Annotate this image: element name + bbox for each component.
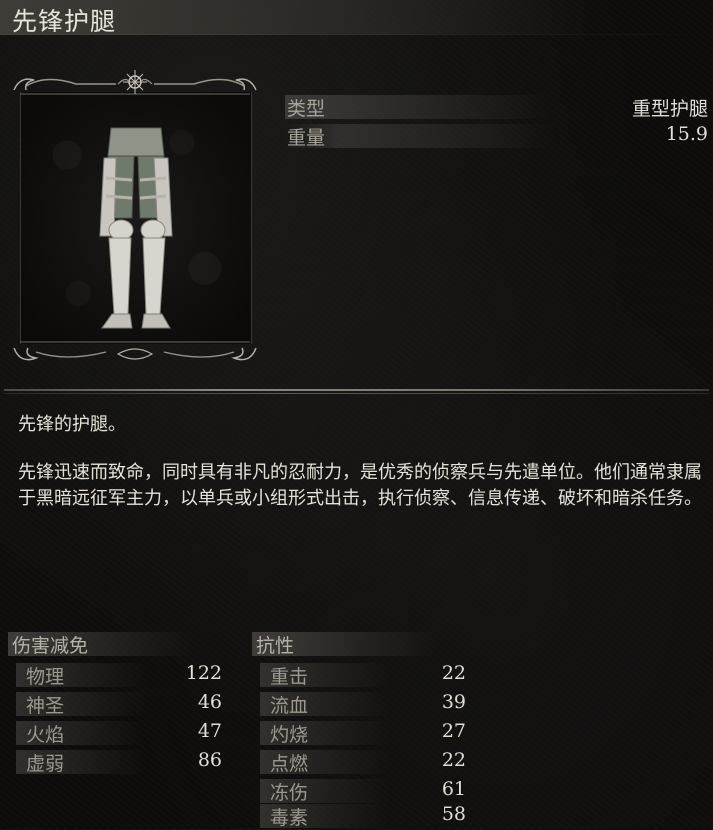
stat-row: 点燃 22 — [252, 746, 466, 775]
stat-value: 122 — [185, 662, 222, 684]
resistance-title: 抗性 — [256, 635, 295, 657]
description-summary: 先锋的护腿。 — [18, 414, 126, 435]
stat-label: 神圣 — [26, 695, 65, 717]
stat-label: 虚弱 — [26, 753, 65, 775]
resistance-header: 抗性 — [252, 630, 472, 657]
item-portrait-frame — [6, 68, 264, 368]
ornate-frame-top — [13, 70, 257, 95]
stat-row: 毒素 58 — [252, 800, 466, 829]
title-divider — [0, 34, 713, 35]
stat-value: 39 — [441, 691, 466, 713]
stat-label: 流血 — [270, 695, 309, 717]
stat-label: 物理 — [26, 666, 65, 688]
item-title: 先锋护腿 — [12, 7, 117, 36]
attribute-label: 重量 — [287, 127, 326, 149]
stat-row: 物理 122 — [8, 659, 222, 688]
ornate-frame-bottom — [13, 341, 257, 361]
damage-reduction-title: 伤害减免 — [12, 635, 89, 657]
stat-row: 重击 22 — [252, 659, 466, 688]
stat-value: 58 — [441, 803, 466, 825]
stat-row: 流血 39 — [252, 688, 466, 717]
stat-row: 火焰 47 — [8, 717, 222, 746]
section-divider — [4, 388, 709, 396]
stat-label: 点燃 — [270, 753, 309, 775]
stat-row: 灼烧 27 — [252, 717, 466, 746]
attribute-row-type: 类型 重型护腿 — [285, 92, 710, 120]
attribute-value: 15.9 — [665, 123, 708, 145]
stat-label: 毒素 — [270, 807, 309, 829]
stat-label: 灼烧 — [270, 724, 309, 746]
item-description: 先锋的护腿。 先锋迅速而致命，同时具有非凡的忍耐力，是优秀的侦察兵与先遣单位。他… — [18, 412, 703, 512]
stat-row: 神圣 46 — [8, 688, 222, 717]
damage-reduction-header: 伤害减免 — [8, 630, 228, 657]
stat-value: 47 — [197, 720, 222, 742]
description-lore: 先锋迅速而致命，同时具有非凡的忍耐力，是优秀的侦察兵与先遣单位。他们通常隶属于黑… — [18, 462, 702, 509]
stat-value: 22 — [441, 749, 466, 771]
attribute-label: 类型 — [287, 98, 326, 120]
item-title-bar: 先锋护腿 — [0, 0, 600, 36]
stat-label: 火焰 — [26, 724, 65, 746]
stat-value: 46 — [197, 691, 222, 713]
attribute-row-weight: 重量 15.9 — [285, 121, 710, 149]
stat-value: 86 — [197, 749, 222, 771]
stat-value: 22 — [441, 662, 466, 684]
stat-label: 重击 — [270, 666, 309, 688]
stat-value: 27 — [441, 720, 466, 742]
stat-row: 虚弱 86 — [8, 746, 222, 775]
attribute-value: 重型护腿 — [631, 98, 708, 120]
stat-value: 61 — [441, 778, 466, 800]
vanguard-leggings-icon — [99, 127, 173, 329]
